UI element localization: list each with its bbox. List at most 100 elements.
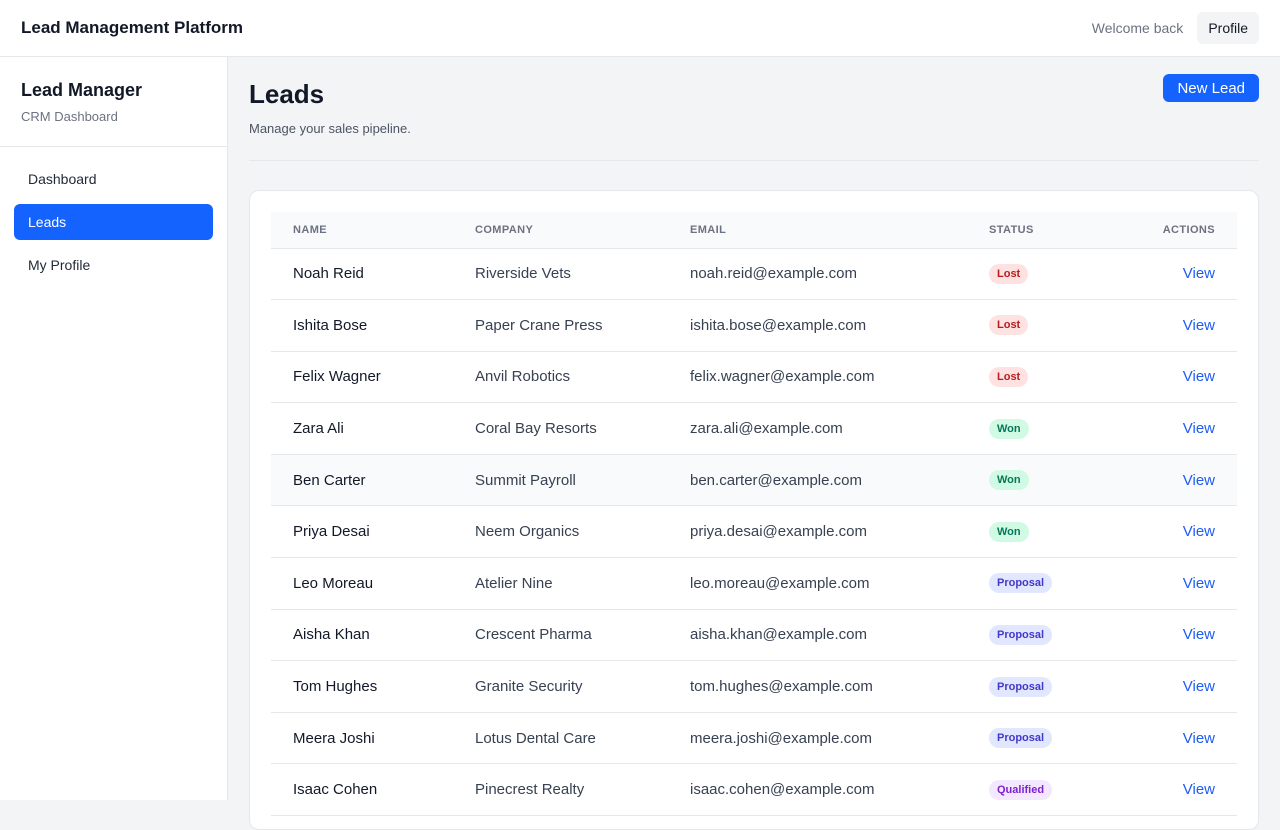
brand-subtitle: CRM Dashboard bbox=[21, 109, 118, 124]
view-link[interactable]: View bbox=[1183, 265, 1215, 282]
status-badge: Proposal bbox=[989, 676, 1053, 697]
header-status: STATUS bbox=[967, 212, 1107, 249]
sidebar-nav: Dashboard Leads My Profile bbox=[0, 147, 227, 304]
cell-company: Paper Crane Press bbox=[475, 316, 603, 334]
cell-actions: View bbox=[1107, 454, 1237, 506]
table-row: Aisha Khan Crescent Pharma aisha.khan@ex… bbox=[271, 609, 1237, 661]
table-row: Leo Moreau Atelier Nine leo.moreau@examp… bbox=[271, 558, 1237, 610]
cell-name: Leo Moreau bbox=[293, 574, 374, 592]
leads-table-card: NAME COMPANY EMAIL STATUS ACTIONS Noah R… bbox=[249, 190, 1259, 830]
cell-email: tom.hughes@example.com bbox=[690, 678, 873, 696]
sidebar: Lead Manager CRM Dashboard Dashboard Lea… bbox=[0, 57, 228, 800]
cell-actions: View bbox=[1107, 248, 1237, 300]
cell-name: Ben Carter bbox=[293, 471, 366, 489]
welcome-text: Welcome back bbox=[1091, 20, 1184, 36]
table-row: Tom Hughes Granite Security tom.hughes@e… bbox=[271, 661, 1237, 713]
view-link[interactable]: View bbox=[1183, 781, 1215, 798]
cell-name: Noah Reid bbox=[293, 265, 364, 283]
cell-actions: View bbox=[1107, 300, 1237, 352]
status-badge: Lost bbox=[989, 263, 1029, 284]
cell-company: Anvil Robotics bbox=[475, 368, 571, 386]
sidebar-item-leads[interactable]: Leads bbox=[14, 204, 213, 240]
view-link[interactable]: View bbox=[1183, 368, 1215, 385]
leads-table: NAME COMPANY EMAIL STATUS ACTIONS Noah R… bbox=[271, 212, 1237, 816]
cell-status: Lost bbox=[967, 351, 1107, 403]
cell-company: Lotus Dental Care bbox=[475, 729, 596, 747]
cell-actions: View bbox=[1107, 661, 1237, 713]
cell-company: Summit Payroll bbox=[475, 471, 576, 489]
sidebar-brand: Lead Manager CRM Dashboard bbox=[0, 57, 227, 147]
header-email: EMAIL bbox=[668, 212, 967, 249]
view-link[interactable]: View bbox=[1183, 420, 1215, 437]
cell-name: Felix Wagner bbox=[293, 368, 381, 386]
cell-email: aisha.khan@example.com bbox=[690, 626, 867, 644]
cell-actions: View bbox=[1107, 351, 1237, 403]
cell-actions: View bbox=[1107, 712, 1237, 764]
page-title: Leads bbox=[249, 79, 325, 109]
cell-email: ben.carter@example.com bbox=[690, 471, 862, 489]
cell-email: priya.desai@example.com bbox=[690, 523, 867, 541]
cell-status: Proposal bbox=[967, 712, 1107, 764]
header-actions: ACTIONS bbox=[1107, 212, 1237, 249]
profile-button[interactable]: Profile bbox=[1197, 12, 1259, 44]
table-row: Priya Desai Neem Organics priya.desai@ex… bbox=[271, 506, 1237, 558]
table-body: Noah Reid Riverside Vets noah.reid@examp… bbox=[271, 248, 1237, 816]
cell-name: Ishita Bose bbox=[293, 316, 368, 334]
table-row: Zara Ali Coral Bay Resorts zara.ali@exam… bbox=[271, 403, 1237, 455]
table-row: Noah Reid Riverside Vets noah.reid@examp… bbox=[271, 248, 1237, 300]
cell-status: Won bbox=[967, 506, 1107, 558]
cell-status: Won bbox=[967, 403, 1107, 455]
view-link[interactable]: View bbox=[1183, 317, 1215, 334]
cell-actions: View bbox=[1107, 403, 1237, 455]
table-row: Meera Joshi Lotus Dental Care meera.josh… bbox=[271, 712, 1237, 764]
sidebar-item-dashboard[interactable]: Dashboard bbox=[14, 161, 213, 197]
cell-company: Atelier Nine bbox=[475, 574, 553, 592]
status-badge: Lost bbox=[989, 315, 1029, 336]
cell-actions: View bbox=[1107, 609, 1237, 661]
view-link[interactable]: View bbox=[1183, 730, 1215, 747]
cell-company: Crescent Pharma bbox=[475, 626, 592, 644]
cell-company: Coral Bay Resorts bbox=[475, 420, 597, 438]
cell-email: leo.moreau@example.com bbox=[690, 574, 870, 592]
cell-email: isaac.cohen@example.com bbox=[690, 781, 875, 799]
cell-name: Zara Ali bbox=[293, 420, 344, 438]
status-badge: Proposal bbox=[989, 728, 1053, 749]
cell-name: Priya Desai bbox=[293, 523, 370, 541]
view-link[interactable]: View bbox=[1183, 626, 1215, 643]
table-row: Ishita Bose Paper Crane Press ishita.bos… bbox=[271, 300, 1237, 352]
main-content: Leads Manage your sales pipeline. New Le… bbox=[228, 57, 1280, 830]
table-header-row: NAME COMPANY EMAIL STATUS ACTIONS bbox=[271, 212, 1237, 249]
page-header: Leads Manage your sales pipeline. New Le… bbox=[249, 57, 1259, 161]
top-bar: Lead Management Platform Welcome back Pr… bbox=[0, 0, 1280, 57]
status-badge: Won bbox=[989, 418, 1029, 439]
status-badge: Won bbox=[989, 521, 1029, 542]
cell-company: Riverside Vets bbox=[475, 265, 571, 283]
cell-email: meera.joshi@example.com bbox=[690, 729, 872, 747]
view-link[interactable]: View bbox=[1183, 678, 1215, 695]
cell-status: Qualified bbox=[967, 764, 1107, 816]
cell-name: Isaac Cohen bbox=[293, 781, 378, 799]
cell-email: felix.wagner@example.com bbox=[690, 368, 875, 386]
cell-status: Proposal bbox=[967, 661, 1107, 713]
header-company: COMPANY bbox=[453, 212, 668, 249]
cell-status: Lost bbox=[967, 248, 1107, 300]
new-lead-button[interactable]: New Lead bbox=[1163, 74, 1259, 102]
status-badge: Lost bbox=[989, 366, 1029, 387]
cell-email: noah.reid@example.com bbox=[690, 265, 857, 283]
cell-email: zara.ali@example.com bbox=[690, 420, 843, 438]
cell-email: ishita.bose@example.com bbox=[690, 316, 867, 334]
status-badge: Proposal bbox=[989, 624, 1053, 645]
cell-actions: View bbox=[1107, 506, 1237, 558]
brand-name: Lead Manager bbox=[21, 80, 143, 100]
view-link[interactable]: View bbox=[1183, 472, 1215, 489]
view-link[interactable]: View bbox=[1183, 523, 1215, 540]
cell-company: Granite Security bbox=[475, 678, 583, 696]
cell-name: Tom Hughes bbox=[293, 678, 378, 696]
table-row: Ben Carter Summit Payroll ben.carter@exa… bbox=[271, 454, 1237, 506]
cell-status: Proposal bbox=[967, 609, 1107, 661]
sidebar-item-my-profile[interactable]: My Profile bbox=[14, 247, 213, 283]
topbar-right: Welcome back Profile bbox=[1092, 12, 1259, 44]
cell-status: Lost bbox=[967, 300, 1107, 352]
status-badge: Qualified bbox=[989, 779, 1053, 800]
view-link[interactable]: View bbox=[1183, 575, 1215, 592]
